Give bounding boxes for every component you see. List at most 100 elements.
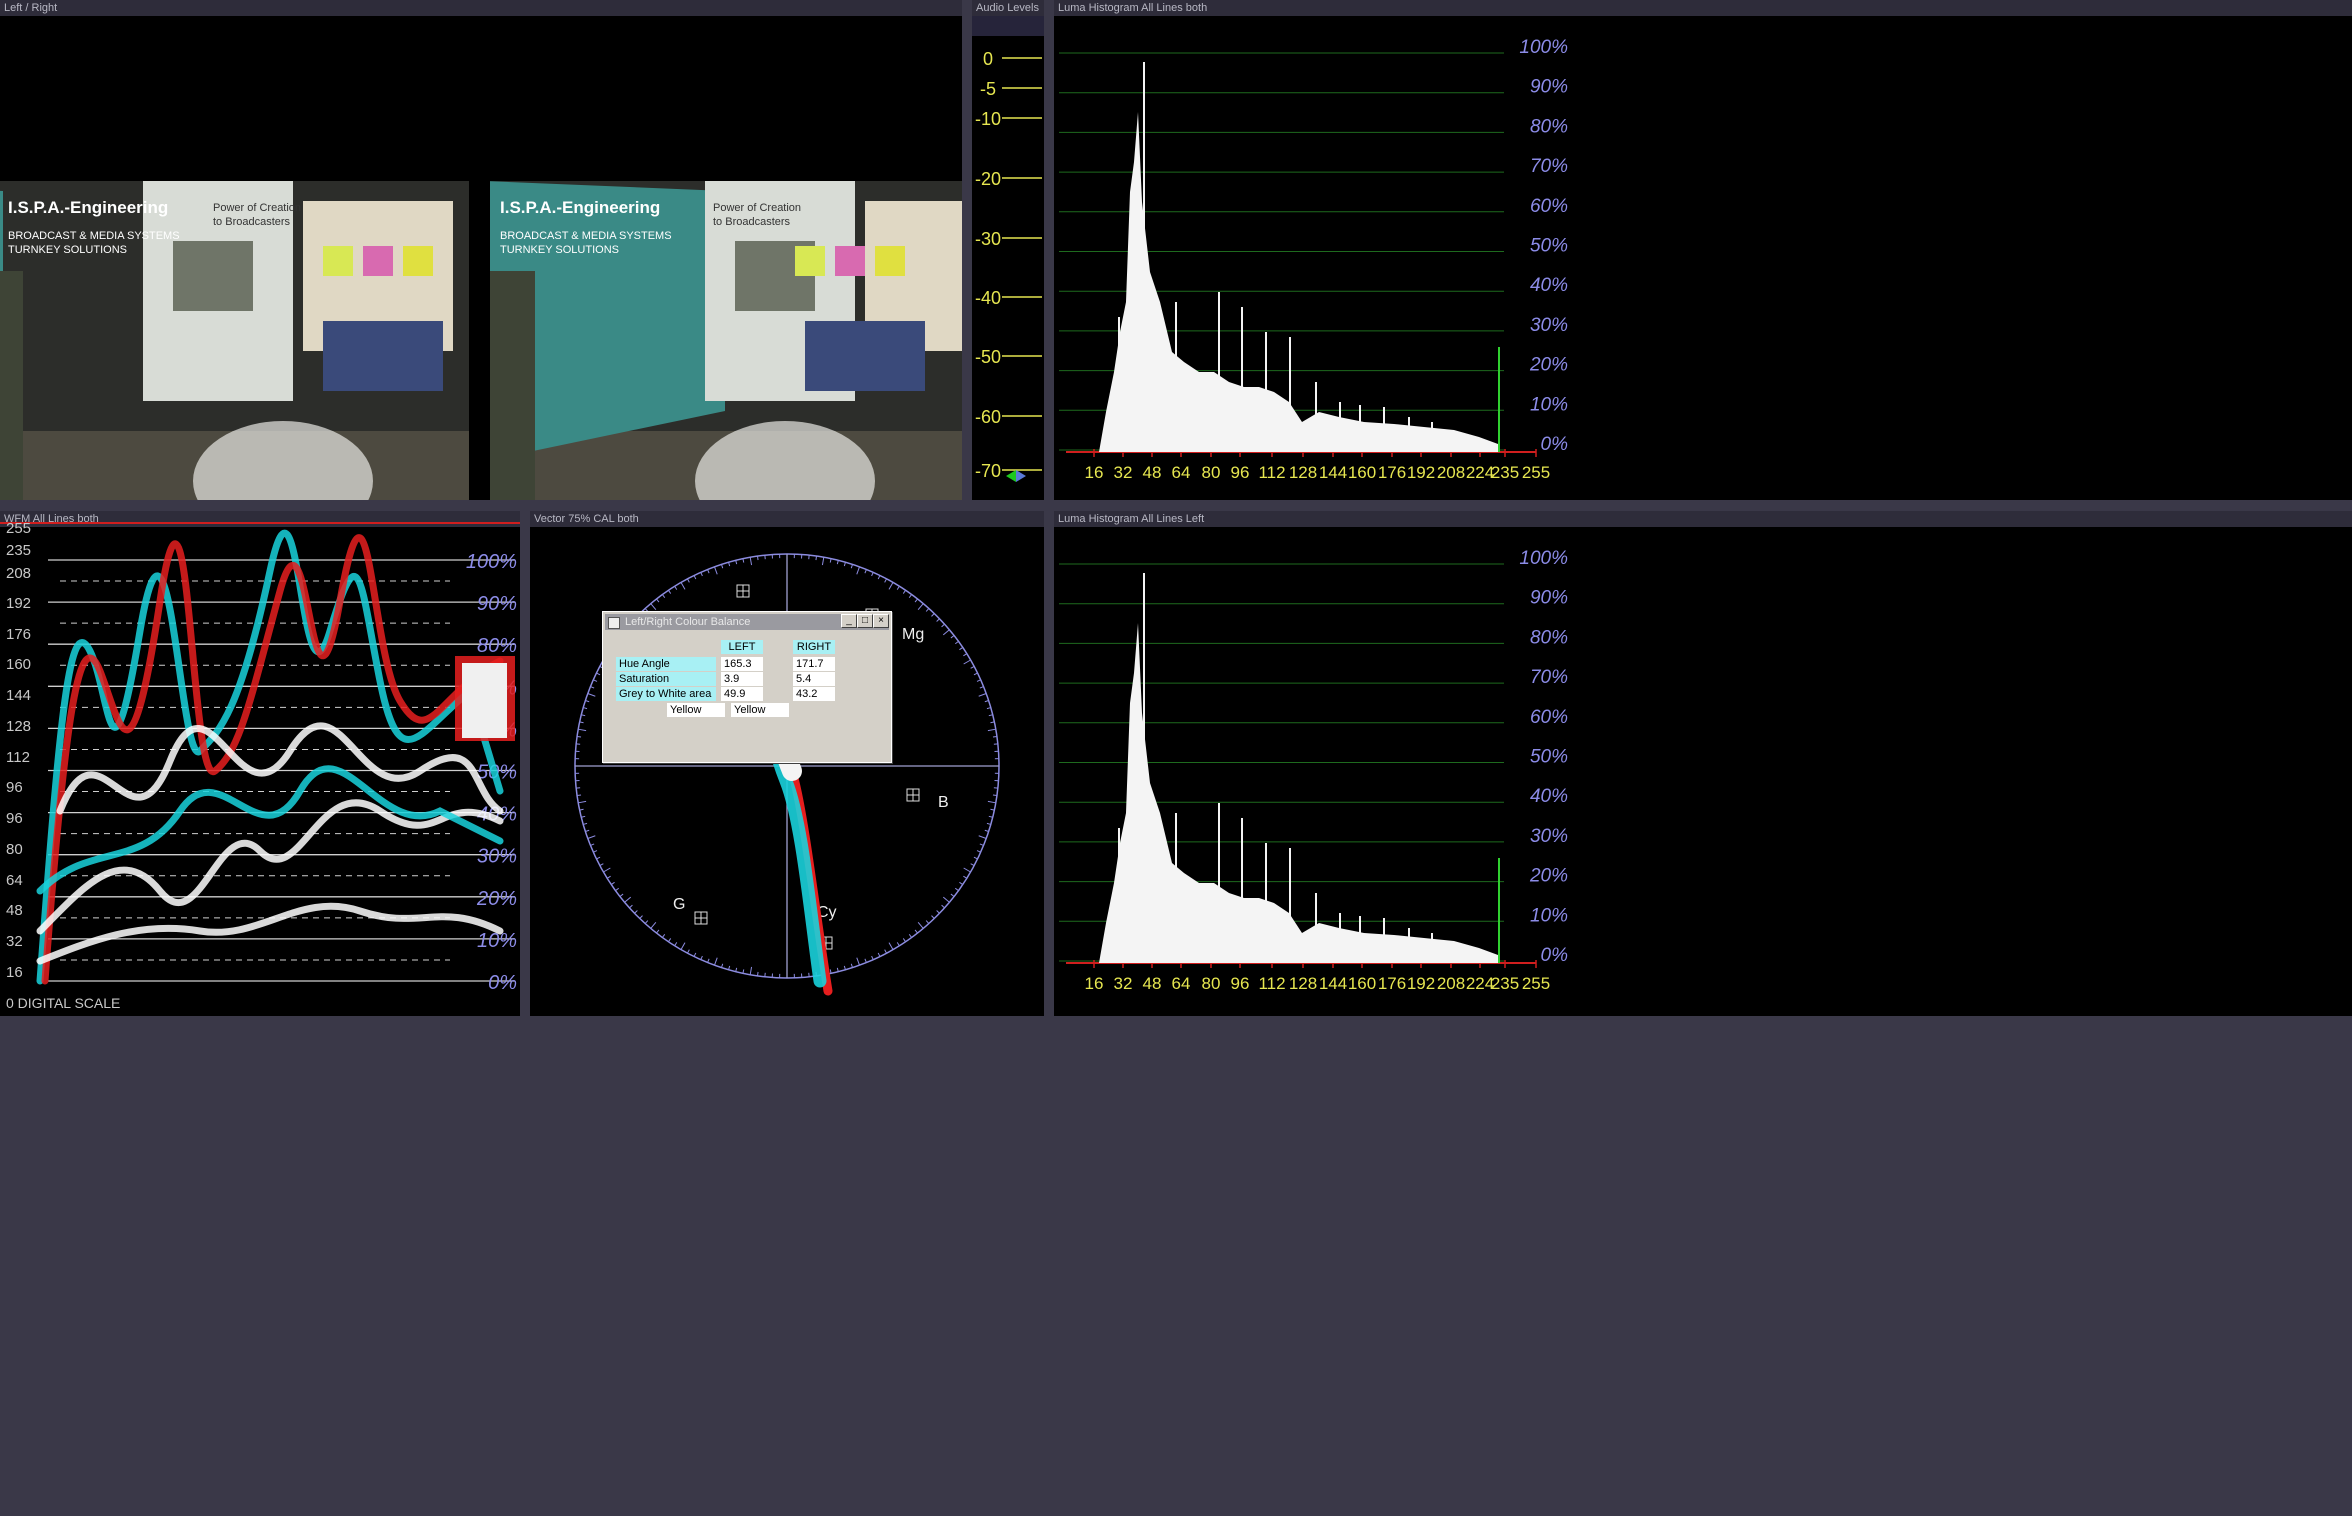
vectorscope-tick <box>950 635 955 639</box>
hist-bot-x-label: 208 <box>1437 974 1465 993</box>
vectorscope-tick <box>942 896 950 903</box>
vectorscope-tick <box>963 659 971 665</box>
audio-scale-label: -70 <box>975 461 1001 481</box>
vectorscope-tick <box>583 822 588 825</box>
vectorscope-tick <box>963 875 968 879</box>
booth-wall-text2-right: to Broadcasters <box>713 216 791 228</box>
saturation-right-value: 5.4 <box>793 672 835 686</box>
vectorscope-tick <box>987 728 996 732</box>
hist-top-x-label: 48 <box>1143 463 1162 482</box>
hist-bot-x-label: 80 <box>1202 974 1221 993</box>
vectorscope-tick <box>674 942 678 947</box>
booth-heading-right: I.S.P.A.-Engineering <box>500 198 660 217</box>
vectorscope-tick <box>757 555 759 561</box>
hist-bot-y-label: 50% <box>1530 747 1568 768</box>
booth-wall-text2-left: to Broadcasters <box>213 216 291 228</box>
wfm-code-label: 48 <box>6 902 23 919</box>
vectorscope-tick <box>931 613 935 617</box>
vectorscope-tick <box>576 794 582 796</box>
wfm-trace <box>56 722 504 815</box>
vectorscope-tick <box>700 955 703 960</box>
vectorscope-tick <box>581 714 586 717</box>
vectorscope-tick <box>978 835 987 839</box>
colour-balance-dialog[interactable]: Left/Right Colour Balance _ □ × LEFT RIG… <box>602 611 892 763</box>
hist-top-x-label: 235 <box>1491 463 1519 482</box>
vectorscope-tick <box>970 666 975 669</box>
vectorscope-tick <box>877 575 881 580</box>
vectorscope-tick <box>593 850 598 853</box>
hist-bot-y-label: 100% <box>1519 548 1568 569</box>
hist-bot-x-label: 160 <box>1348 974 1376 993</box>
vectorscope-tick <box>984 700 989 703</box>
vectorscope-tick <box>959 647 964 651</box>
vectorscope-tick <box>984 829 989 832</box>
wfm-code-label: 176 <box>6 626 31 643</box>
wfm-code-label: 80 <box>6 841 23 858</box>
vectorscope-tick <box>942 629 950 636</box>
hist-bot-y-label: 30% <box>1530 826 1568 847</box>
hist-bot-x-label: 16 <box>1085 974 1104 993</box>
hist-top-y-label: 90% <box>1530 77 1568 98</box>
vectorscope-tick <box>979 843 984 846</box>
result-right-value: Yellow <box>731 703 789 717</box>
vectorscope-tick <box>721 564 724 569</box>
hist-bot-x-label: 255 <box>1522 974 1550 993</box>
vectorscope-tick <box>581 815 586 818</box>
close-icon[interactable]: × <box>873 614 889 628</box>
hist-top-x-label: 16 <box>1085 463 1104 482</box>
vectorscope-tick <box>986 707 991 710</box>
hist-bot-x-label: 96 <box>1231 974 1250 993</box>
vectorscope-tick <box>578 800 587 804</box>
waveform-panel: WFM All Lines both 100%90%80%70%60%50%40… <box>0 511 520 1016</box>
vectorscope-tick <box>629 904 633 909</box>
booth-sub2-left: TURNKEY SOLUTIONS <box>8 244 127 256</box>
wfm-code-label: 128 <box>6 718 31 735</box>
left-booth-image: I.S.P.A.-Engineering BROADCAST & MEDIA S… <box>0 181 469 500</box>
vectorscope-tick <box>856 957 860 966</box>
booth-sub2-right: TURNKEY SOLUTIONS <box>500 244 619 256</box>
hist-bot-x-label: 235 <box>1491 974 1519 993</box>
audio-scale-label: -50 <box>975 347 1001 367</box>
vectorscope-tick <box>836 967 839 972</box>
booth-heading-left: I.S.P.A.-Engineering <box>8 198 168 217</box>
wfm-code-label: 96 <box>6 779 23 796</box>
hist-bot-y-label: 70% <box>1530 667 1568 688</box>
booth-sub1-left: BROADCAST & MEDIA SYSTEMS <box>8 230 180 242</box>
vectorscope-tick <box>728 965 731 970</box>
hist-bot-x-label: 192 <box>1407 974 1435 993</box>
vectorscope-tick <box>700 572 703 577</box>
vectorscope-tick <box>821 557 825 566</box>
vectorscope-tick <box>978 693 987 697</box>
wfm-code-label: 32 <box>6 933 23 950</box>
luma-histogram-top-chart: 100% 90% 80% 70% 60% 50% 40% 30% 20% 10% 0% 16 32 48 6… <box>1059 37 1568 482</box>
vectorscope-tick <box>884 949 887 954</box>
vectorscope-tick <box>590 686 595 689</box>
hist-top-y-label: 70% <box>1530 156 1568 177</box>
vectorscope-tick <box>596 856 601 860</box>
vectorscope-tick <box>661 933 666 938</box>
hist-bot-x-label: 128 <box>1289 974 1317 993</box>
hist-bot-y-label: 90% <box>1530 588 1568 609</box>
wfm-code-label: 144 <box>6 687 31 704</box>
hist-bot-y-label: 10% <box>1530 905 1568 926</box>
vectorscope-tick <box>585 700 590 703</box>
audio-scale-label: 0 <box>983 49 993 69</box>
vectorscope-tick <box>668 589 672 594</box>
vectorscope-tick <box>917 921 924 929</box>
wfm-percent-label: 30% <box>477 846 517 868</box>
vectorscope-tick <box>843 562 846 567</box>
vectorscope-tick <box>728 562 731 567</box>
hist-top-x-label: 128 <box>1289 463 1317 482</box>
vectorscope-tick <box>871 572 874 577</box>
vectorscope-tick <box>954 887 959 892</box>
maximize-icon[interactable]: □ <box>857 614 873 628</box>
vectorscope-tick <box>908 933 913 938</box>
column-header-left: LEFT <box>721 640 763 654</box>
hue-angle-left-value: 165.3 <box>721 657 763 671</box>
vectorscope-tick <box>624 896 632 903</box>
vectorscope-label-mg: Mg <box>902 626 924 643</box>
vectorscope-tick <box>931 915 935 919</box>
hist-bot-y-label: 0% <box>1541 945 1569 966</box>
vectorscope-tick <box>590 843 595 846</box>
minimize-icon[interactable]: _ <box>841 614 857 628</box>
